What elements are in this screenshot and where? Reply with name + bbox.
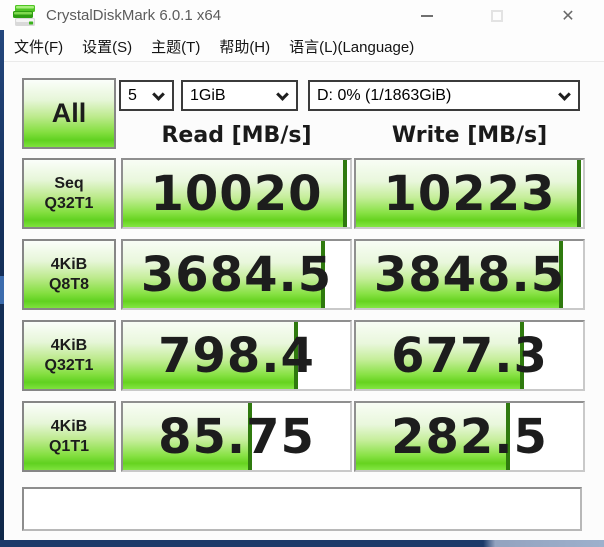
write-column-header: Write [MB/s] <box>354 123 585 151</box>
close-icon: ✕ <box>561 6 574 26</box>
test-button-4kib-q32t1[interactable]: 4KiB Q32T1 <box>22 320 116 391</box>
app-disk-icon <box>13 5 37 27</box>
read-result-value: 10020 <box>123 160 350 227</box>
menu-theme[interactable]: 主题(T) <box>151 36 200 57</box>
write-result-value: 677.3 <box>356 322 583 389</box>
chevron-down-icon <box>276 88 289 101</box>
test-label-line2: Q8T8 <box>49 275 89 295</box>
test-label-line1: 4KiB <box>51 255 87 275</box>
test-label-line2: Q1T1 <box>49 437 89 457</box>
write-result-box: 282.5 <box>354 401 585 472</box>
read-result-box: 85.75 <box>121 401 352 472</box>
test-size-value: 1GiB <box>190 87 226 105</box>
test-label-line1: 4KiB <box>51 417 87 437</box>
title-bar: CrystalDiskMark 6.0.1 x64 ✕ <box>0 0 604 32</box>
run-all-button[interactable]: All <box>22 78 116 149</box>
desktop-left-edge-highlight <box>0 276 4 304</box>
test-size-select[interactable]: 1GiB <box>181 80 298 111</box>
crystaldiskmark-window: CrystalDiskMark 6.0.1 x64 ✕ 文件(F) 设置(S) … <box>0 0 604 547</box>
write-result-value: 282.5 <box>356 403 583 470</box>
test-count-value: 5 <box>128 87 137 105</box>
test-button-seq-q32t1[interactable]: Seq Q32T1 <box>22 158 116 229</box>
menu-language[interactable]: 语言(L)(Language) <box>289 36 414 57</box>
read-result-box: 10020 <box>121 158 352 229</box>
test-count-select[interactable]: 5 <box>119 80 174 111</box>
chevron-down-icon <box>152 88 165 101</box>
menu-bar: 文件(F) 设置(S) 主题(T) 帮助(H) 语言(L)(Language) <box>0 32 604 62</box>
write-result-value: 10223 <box>356 160 583 227</box>
read-result-value: 85.75 <box>123 403 350 470</box>
test-label-line2: Q32T1 <box>45 194 94 214</box>
menu-settings[interactable]: 设置(S) <box>82 36 132 57</box>
target-drive-value: D: 0% (1/1863GiB) <box>317 87 451 105</box>
menu-help[interactable]: 帮助(H) <box>219 36 270 57</box>
test-label-line1: 4KiB <box>51 336 87 356</box>
read-column-header: Read [MB/s] <box>121 123 352 151</box>
write-result-value: 3848.5 <box>356 241 583 308</box>
window-title: CrystalDiskMark 6.0.1 x64 <box>46 7 221 24</box>
write-result-box: 677.3 <box>354 320 585 391</box>
test-button-4kib-q1t1[interactable]: 4KiB Q1T1 <box>22 401 116 472</box>
minimize-icon <box>421 15 433 17</box>
maximize-icon <box>491 10 503 22</box>
chevron-down-icon <box>558 88 571 101</box>
write-result-box: 10223 <box>354 158 585 229</box>
target-drive-select[interactable]: D: 0% (1/1863GiB) <box>308 80 580 111</box>
test-label-line1: Seq <box>54 174 83 194</box>
read-result-value: 3684.5 <box>123 241 350 308</box>
write-result-box: 3848.5 <box>354 239 585 310</box>
comment-input[interactable] <box>22 487 582 531</box>
close-button[interactable]: ✕ <box>546 0 590 32</box>
read-result-box: 798.4 <box>121 320 352 391</box>
test-button-4kib-q8t8[interactable]: 4KiB Q8T8 <box>22 239 116 310</box>
maximize-button[interactable] <box>475 0 519 32</box>
menu-file[interactable]: 文件(F) <box>14 36 63 57</box>
read-result-box: 3684.5 <box>121 239 352 310</box>
test-label-line2: Q32T1 <box>45 356 94 376</box>
desktop-bottom-edge <box>0 540 604 547</box>
read-result-value: 798.4 <box>123 322 350 389</box>
minimize-button[interactable] <box>405 0 449 32</box>
